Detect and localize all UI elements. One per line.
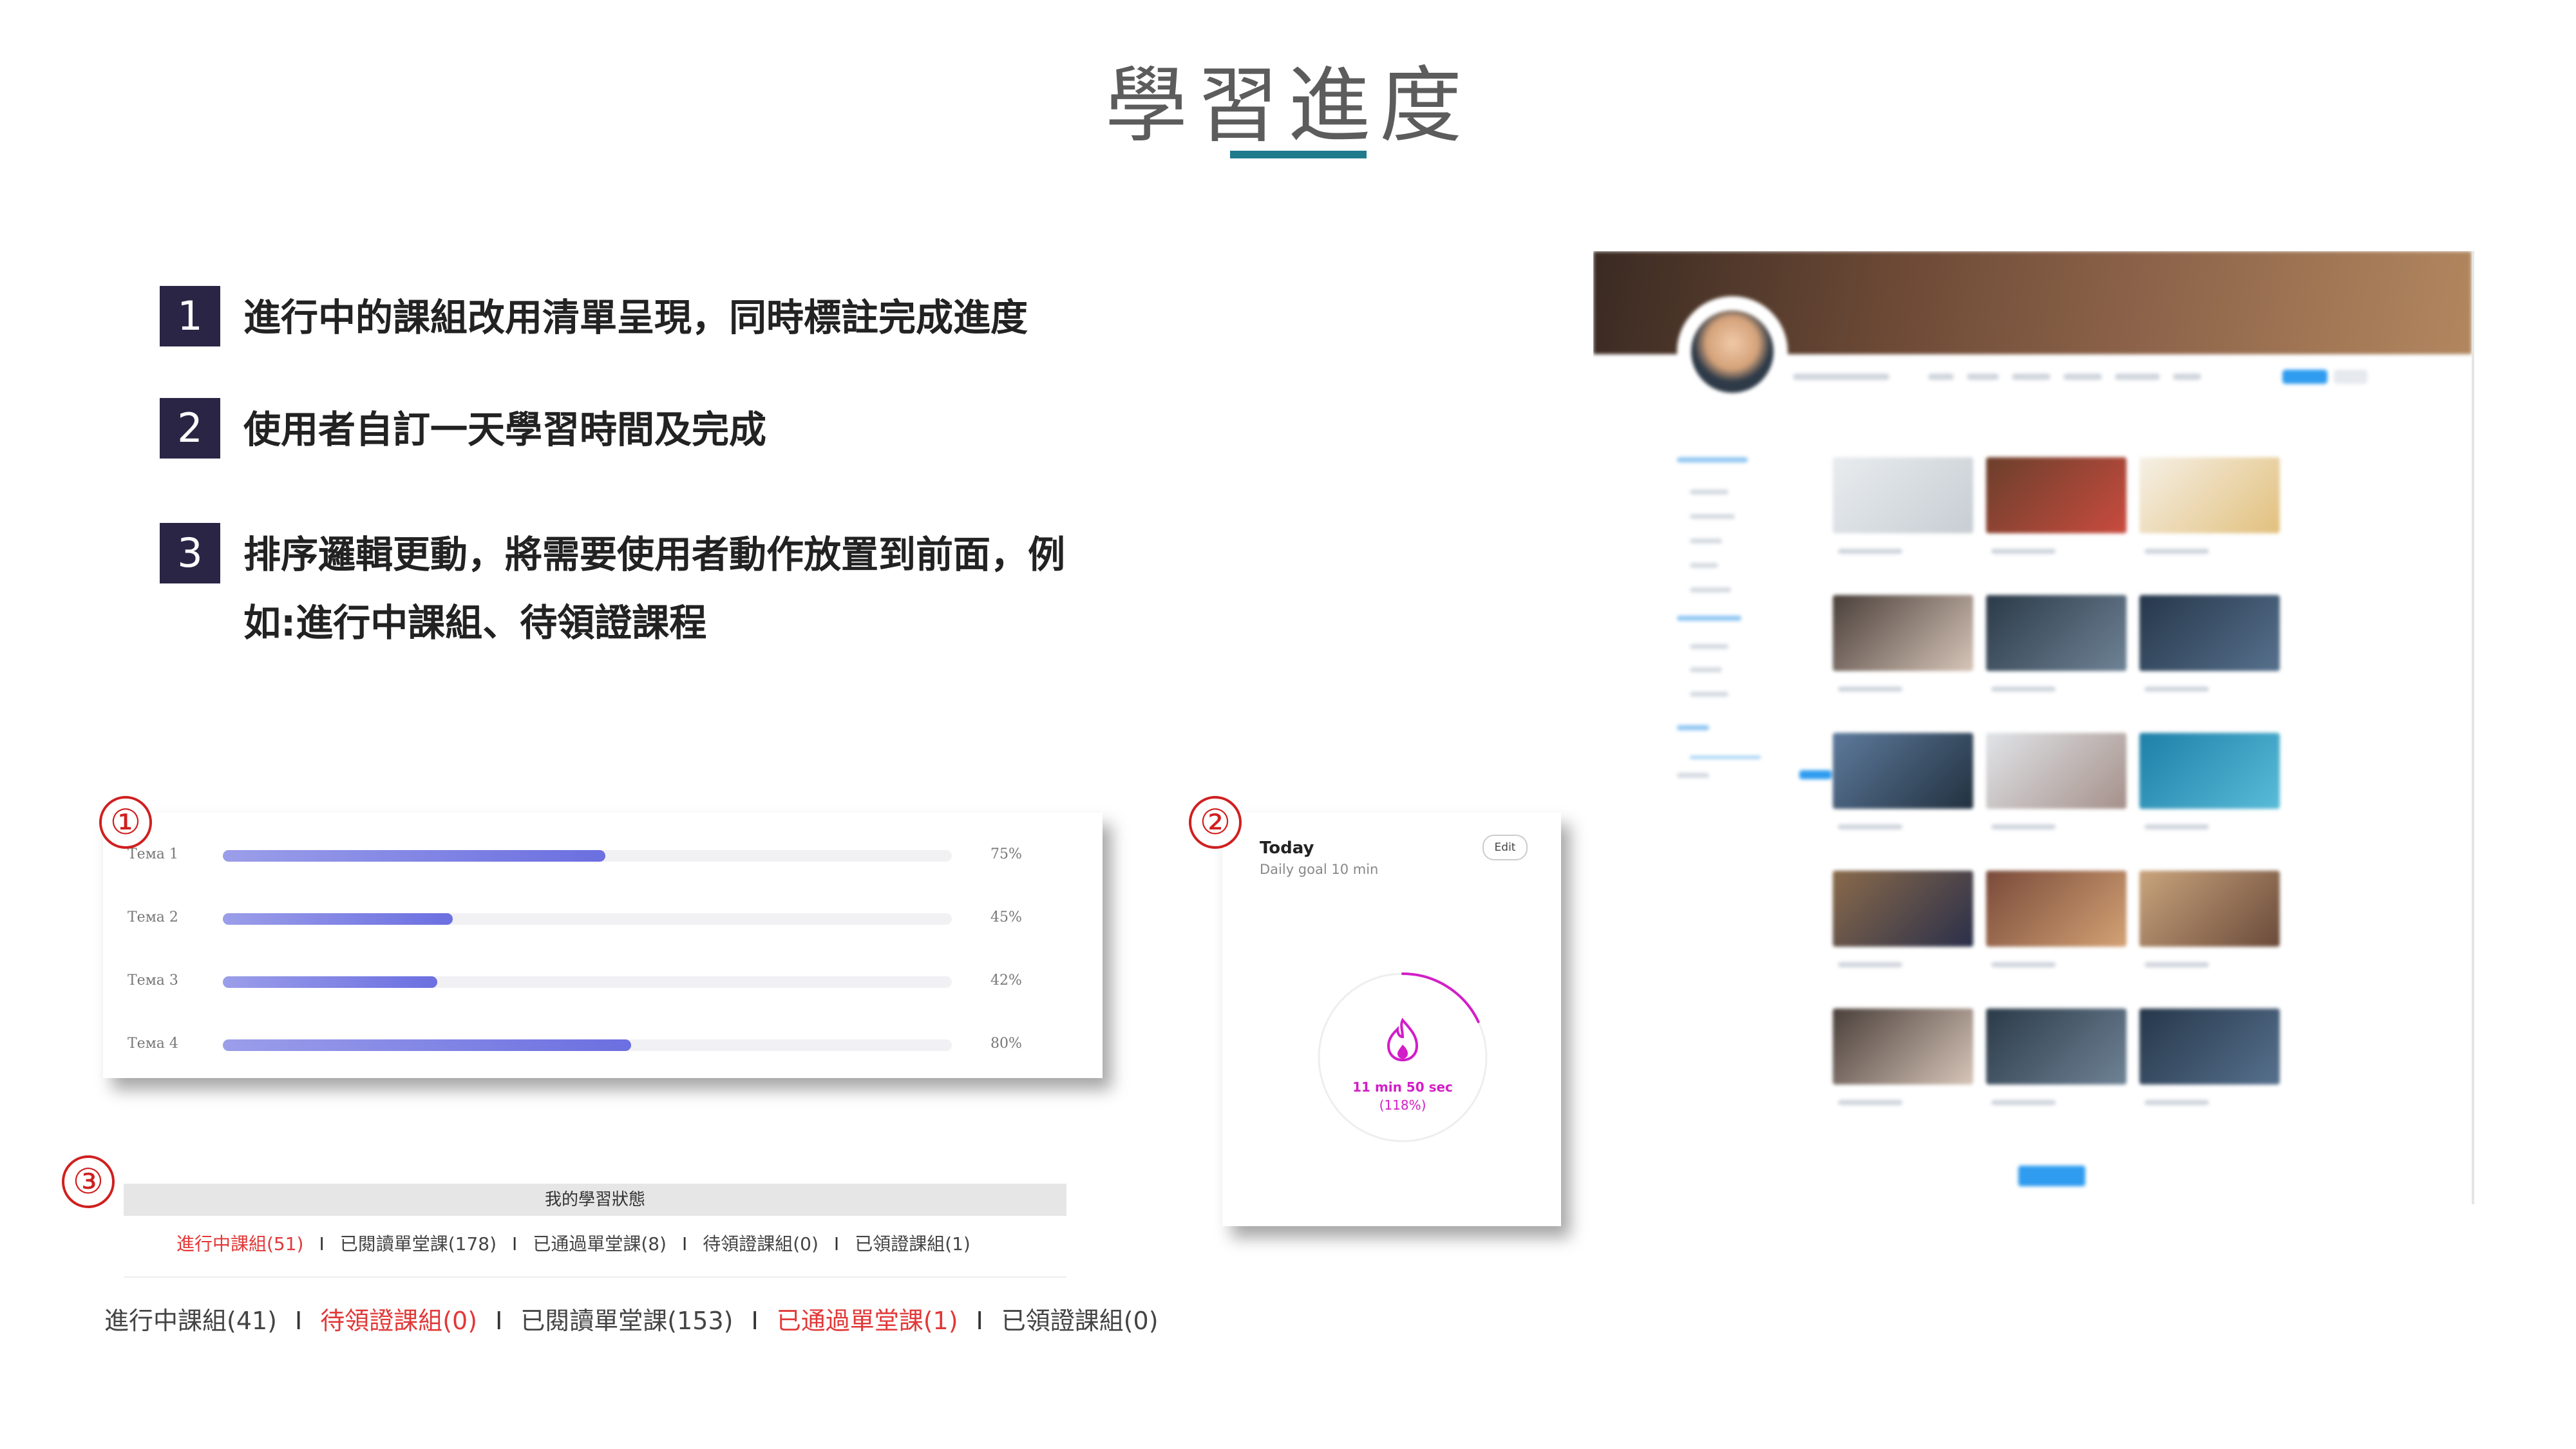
bullet-number-2: 2 xyxy=(160,398,220,459)
goal-percent: (118%) xyxy=(1379,1097,1426,1113)
avatar xyxy=(1677,296,1788,407)
progress-fill xyxy=(223,913,453,925)
progress-fill xyxy=(223,976,437,988)
tab-separator: I xyxy=(681,1233,688,1255)
tab-separator: I xyxy=(319,1233,325,1255)
tab-separator: I xyxy=(833,1233,840,1255)
screenshot-edge xyxy=(2472,251,2474,1204)
progress-percent: 75% xyxy=(990,846,1022,862)
bullet-text-3b: 如:進行中課組、待領證課程 xyxy=(243,601,707,645)
course-catalog-screenshot xyxy=(1593,251,2472,1204)
progress-label: Тема 2 xyxy=(128,909,178,925)
tab-pending-certificates[interactable]: 待領證課組(0) xyxy=(703,1230,819,1256)
progress-row: Тема 1 75% xyxy=(103,824,1103,887)
daily-goal-text: Daily goal 10 min xyxy=(1260,862,1379,877)
marker-3: ③ xyxy=(62,1155,115,1208)
page-title: 學習進度 xyxy=(1104,58,1471,154)
progress-label: Тема 1 xyxy=(128,846,178,862)
progress-row: Тема 2 45% xyxy=(103,887,1103,951)
progress-percent: 80% xyxy=(990,1036,1022,1052)
progress-list: Тема 1 75% Тема 2 45% Тема 3 42% Тема 4 … xyxy=(103,813,1103,1078)
title-underline xyxy=(1230,151,1367,158)
status-header: 我的學習狀態 xyxy=(124,1184,1066,1216)
edit-button[interactable]: Edit xyxy=(1482,835,1528,860)
tab-read-lessons[interactable]: 已閱讀單堂課(153) xyxy=(520,1301,733,1336)
tab-separator: I xyxy=(751,1307,759,1335)
progress-label: Тема 4 xyxy=(128,1036,178,1052)
bullet-number-3: 3 xyxy=(160,523,220,583)
marker-2: ② xyxy=(1189,796,1242,849)
tab-read-lessons[interactable]: 已閱讀單堂課(178) xyxy=(340,1230,497,1256)
tab-separator: I xyxy=(295,1307,303,1335)
status-tabs-old: 進行中課組(51) I 已閱讀單堂課(178) I 已通過單堂課(8) I 待領證課組(0)… xyxy=(176,1230,971,1256)
progress-fill xyxy=(223,850,606,862)
tab-received-certificates[interactable]: 已領證課組(0) xyxy=(1001,1301,1159,1336)
status-tabs-new: 進行中課組(41) I 待領證課組(0) I 已閱讀單堂課(153) I 已通過單堂課(1)… xyxy=(104,1301,1159,1336)
load-more-button xyxy=(2018,1166,2085,1186)
tab-pending-certificates[interactable]: 待領證課組(0) xyxy=(320,1301,477,1336)
flame-icon xyxy=(1387,1018,1419,1062)
goal-ring xyxy=(1318,972,1488,1142)
tab-separator: I xyxy=(976,1307,983,1335)
progress-row: Тема 3 42% xyxy=(103,951,1103,1014)
elapsed-time: 11 min 50 sec xyxy=(1352,1079,1453,1095)
progress-fill xyxy=(223,1039,631,1051)
progress-track xyxy=(223,976,952,988)
tab-in-progress[interactable]: 進行中課組(51) xyxy=(176,1230,303,1256)
progress-row: Тема 4 80% xyxy=(103,1014,1103,1077)
tabs-divider xyxy=(124,1276,1066,1278)
tab-in-progress[interactable]: 進行中課組(41) xyxy=(104,1301,277,1336)
tab-received-certificates[interactable]: 已領證課組(1) xyxy=(855,1230,971,1256)
progress-label: Тема 3 xyxy=(128,972,178,989)
progress-track xyxy=(223,850,952,862)
today-title: Today xyxy=(1260,838,1314,858)
progress-percent: 45% xyxy=(990,909,1022,925)
daily-goal-panel: Today Daily goal 10 min Edit 11 min 50 s… xyxy=(1222,813,1561,1226)
bullet-text-3a: 排序邏輯更動，將需要使用者動作放置到前面，例 xyxy=(243,533,1066,576)
tab-passed-lessons[interactable]: 已通過單堂課(8) xyxy=(533,1230,667,1256)
bullet-text-1: 進行中的課組改用清單呈現，同時標註完成進度 xyxy=(243,296,1028,339)
progress-track xyxy=(223,1039,952,1051)
tab-separator: I xyxy=(495,1307,503,1335)
tab-separator: I xyxy=(512,1233,518,1255)
tab-passed-lessons[interactable]: 已通過單堂課(1) xyxy=(777,1301,958,1336)
progress-percent: 42% xyxy=(990,972,1022,989)
bullet-text-2: 使用者自訂一天學習時間及完成 xyxy=(243,408,767,451)
marker-1: ① xyxy=(99,796,152,849)
progress-track xyxy=(223,913,952,925)
bullet-number-1: 1 xyxy=(160,286,220,346)
